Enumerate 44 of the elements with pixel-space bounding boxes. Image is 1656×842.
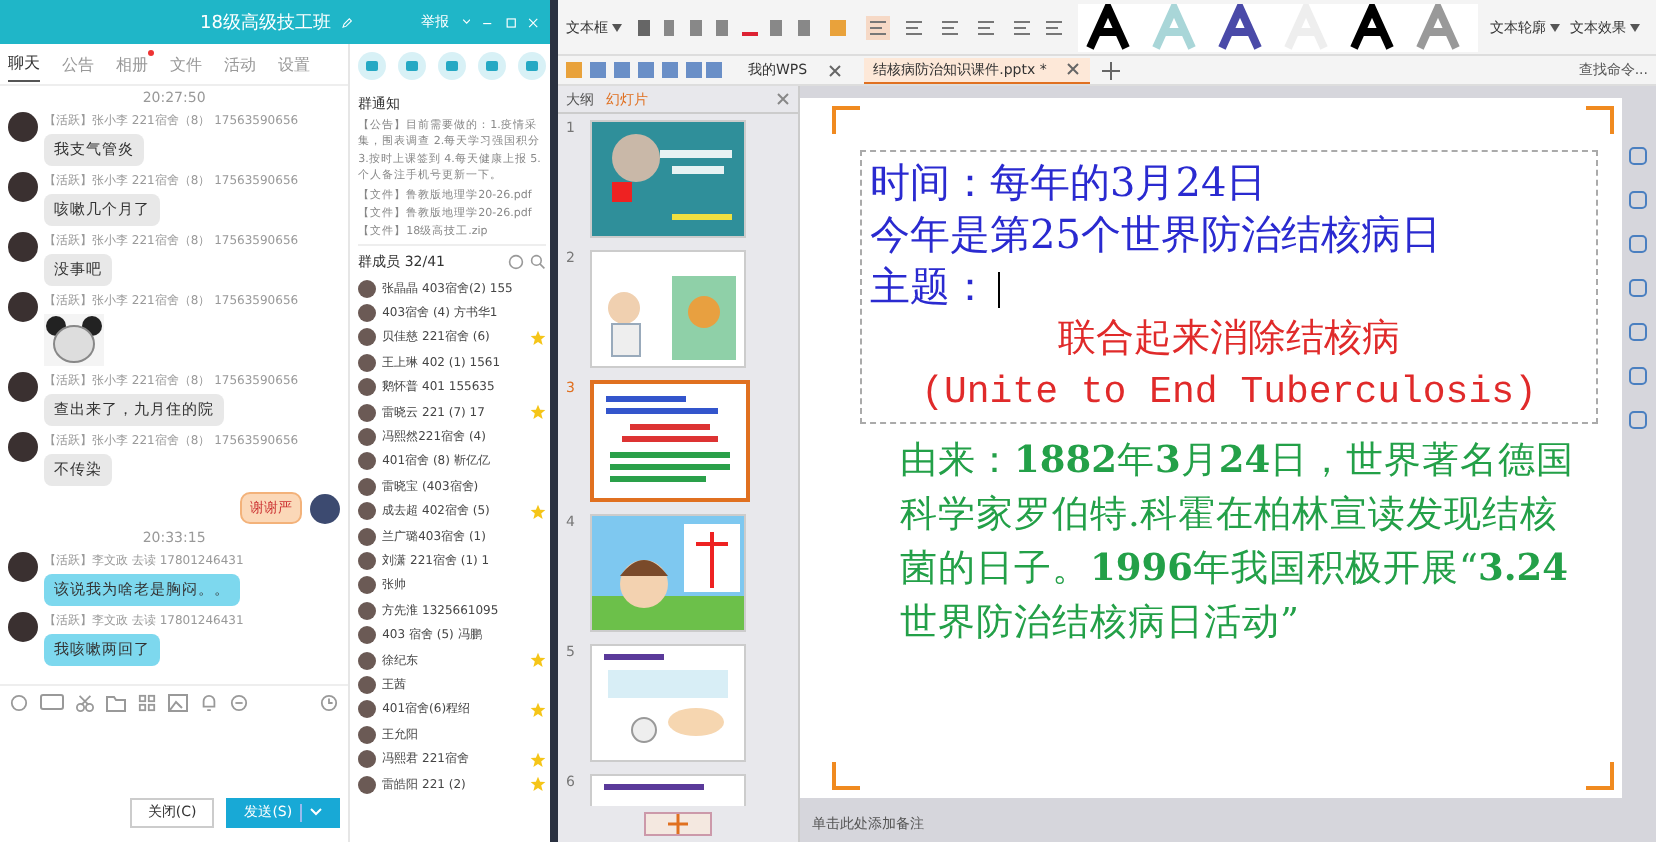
- slide-text: 今年是第25个世界防治结核病日: [870, 208, 1443, 260]
- slide-text: 主题：: [870, 260, 1588, 312]
- chat-tab[interactable]: 聊天: [8, 46, 40, 82]
- slide-text: 时间：每年的3月24日: [870, 156, 1269, 208]
- avatar: [8, 232, 38, 262]
- close-icon[interactable]: [527, 13, 538, 31]
- group-title: 18级高级技工班: [200, 11, 331, 35]
- plus-icon: [668, 814, 688, 834]
- image-icon[interactable]: [168, 693, 188, 711]
- search-icon[interactable]: [530, 253, 546, 269]
- avatar: [8, 112, 38, 142]
- corner-mark: [1586, 106, 1614, 134]
- caret-icon: [1630, 23, 1640, 31]
- avatar: [8, 432, 38, 462]
- avatar: [8, 372, 38, 402]
- avatar: [8, 612, 38, 642]
- caret-icon: [1550, 23, 1560, 31]
- caret-icon: [612, 23, 622, 31]
- avatar: [8, 552, 38, 582]
- plus-icon[interactable]: [1102, 61, 1121, 79]
- slide-text: (Unite to End Tuberculosis): [919, 367, 1539, 418]
- avatar: [8, 172, 38, 202]
- close-icon[interactable]: [827, 63, 842, 77]
- close-icon[interactable]: [776, 92, 790, 106]
- clock-icon[interactable]: [320, 693, 339, 711]
- corner-mark: [832, 106, 860, 134]
- avatar: [8, 292, 38, 322]
- quick-access-toolbar-drawing[interactable]: [566, 60, 726, 80]
- grid-icon[interactable]: [138, 693, 156, 711]
- scissors-icon[interactable]: [76, 693, 94, 711]
- bell-icon[interactable]: [200, 693, 218, 711]
- wordart-gallery-drawing[interactable]: [1078, 3, 1478, 51]
- chevron-icon[interactable]: [310, 808, 323, 816]
- avatar: [310, 493, 341, 523]
- close-icon[interactable]: [1066, 62, 1081, 76]
- slide-text: 联合起来消除结核病: [1056, 314, 1402, 364]
- folder-icon[interactable]: [106, 693, 126, 711]
- maximize-icon[interactable]: [505, 13, 516, 31]
- chevron-icon[interactable]: [461, 16, 471, 28]
- corner-mark: [1586, 762, 1614, 790]
- align-toolbar-drawing[interactable]: [866, 15, 1066, 39]
- minus-circle-icon[interactable]: [230, 693, 248, 711]
- corner-mark: [832, 762, 860, 790]
- sticker-drawing: [44, 314, 104, 366]
